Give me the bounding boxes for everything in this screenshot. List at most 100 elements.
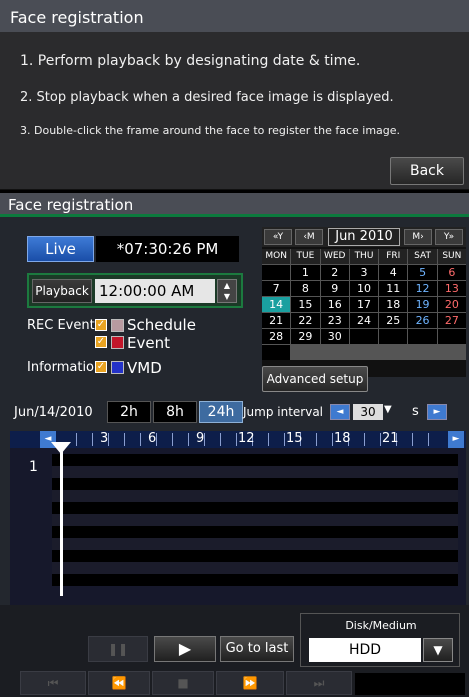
instruction-step-3: 3. Double-click the frame around the fac… (20, 124, 401, 137)
calendar-day[interactable]: 3 (349, 265, 379, 280)
calendar-weekday: WED (320, 249, 349, 264)
disk-medium-select[interactable]: HDD (309, 638, 421, 662)
calendar-day[interactable]: 7 (262, 281, 291, 296)
chevron-down-icon[interactable]: ▼ (423, 638, 453, 662)
calendar-day[interactable]: 16 (320, 297, 349, 312)
stepper-down-icon[interactable]: ▼ (218, 291, 236, 302)
calendar-empty-cell (379, 329, 408, 344)
jump-interval-unit: s (412, 404, 419, 419)
go-to-last-button[interactable]: Go to last (220, 636, 294, 662)
calendar: «Y ‹M Jun 2010 M› Y» MON TUE WED THU FRI SAT S… (262, 227, 466, 377)
panel-title: Face registration (0, 193, 469, 217)
calendar-weekday: THU (349, 249, 379, 264)
skip-forward-icon[interactable]: ⏭ (286, 671, 352, 695)
jump-back-button[interactable]: ◄ (330, 404, 350, 420)
range-24h-button[interactable]: 24h (199, 401, 243, 423)
advanced-setup-button[interactable]: Advanced setup (262, 366, 368, 392)
calendar-day[interactable]: 26 (408, 313, 437, 328)
playback-time-group: Playback 12:00:00 AM ▲ ▼ (27, 273, 243, 308)
status-display (355, 673, 465, 695)
fast-forward-icon[interactable]: ⏩ (216, 671, 284, 695)
calendar-day[interactable]: 13 (437, 281, 466, 296)
timeline-track-separator (52, 490, 458, 502)
calendar-day[interactable]: 8 (291, 281, 320, 296)
timeline-hour-label: 18 (334, 431, 351, 446)
calendar-day[interactable]: 20 (437, 297, 466, 312)
calendar-day[interactable]: 30 (320, 329, 349, 344)
timeline-tick (284, 433, 285, 446)
calendar-day[interactable]: 27 (437, 313, 466, 328)
playback-button[interactable]: Playback (32, 279, 92, 303)
next-year-button[interactable]: Y» (435, 229, 463, 245)
event-color-swatch (111, 336, 124, 349)
jump-interval-dropdown-icon[interactable]: ▼ (384, 404, 392, 415)
calendar-day[interactable]: 12 (408, 281, 437, 296)
timeline-track-separator (52, 514, 458, 526)
calendar-day[interactable]: 4 (379, 265, 408, 280)
calendar-day[interactable]: 21 (262, 313, 291, 328)
timeline-hour-label: 21 (382, 431, 399, 446)
timeline-tick (188, 433, 189, 446)
playhead-marker-icon[interactable] (51, 442, 71, 454)
play-button[interactable]: ▶ (154, 636, 216, 662)
timeline-track-separator (52, 538, 458, 550)
calendar-day[interactable]: 2 (320, 265, 349, 280)
timeline-scale: ◄ ► 3 6 9 12 15 18 21 (10, 431, 466, 448)
calendar-day[interactable]: 5 (408, 265, 437, 280)
calendar-day[interactable]: 29 (291, 329, 320, 344)
skip-back-icon[interactable]: ⏮ (20, 671, 86, 695)
playhead[interactable] (60, 448, 63, 596)
calendar-day[interactable]: 11 (379, 281, 408, 296)
schedule-checkbox[interactable]: ✓ (95, 319, 107, 331)
playback-time-stepper[interactable]: ▲ ▼ (217, 279, 237, 303)
calendar-day[interactable]: 19 (408, 297, 437, 312)
calendar-day[interactable]: 18 (379, 297, 408, 312)
stop-icon[interactable]: ■ (152, 671, 214, 695)
stepper-up-icon[interactable]: ▲ (218, 280, 236, 291)
calendar-empty-cell (262, 345, 291, 360)
pause-button[interactable]: ❚❚ (88, 636, 148, 662)
live-button[interactable]: Live (27, 236, 94, 262)
jump-interval-label: Jump interval (243, 405, 324, 419)
back-button[interactable]: Back (390, 157, 464, 185)
playback-time-field[interactable]: 12:00:00 AM (95, 279, 215, 303)
instruction-step-1: 1. Perform playback by designating date … (20, 53, 361, 69)
calendar-day[interactable]: 17 (349, 297, 379, 312)
vmd-label: VMD (127, 359, 162, 377)
timeline-track (52, 526, 458, 538)
next-month-button[interactable]: M› (404, 229, 432, 245)
calendar-day[interactable]: 10 (349, 281, 379, 296)
timeline-tick (332, 433, 333, 446)
calendar-day[interactable]: 9 (320, 281, 349, 296)
calendar-day[interactable]: 24 (349, 313, 379, 328)
jump-interval-value[interactable]: 30 (353, 404, 383, 420)
calendar-weekday: FRI (379, 249, 408, 264)
calendar-day[interactable]: 15 (291, 297, 320, 312)
prev-year-button[interactable]: «Y (264, 229, 292, 245)
calendar-day[interactable]: 1 (291, 265, 320, 280)
timeline-track (52, 454, 458, 466)
range-2h-button[interactable]: 2h (107, 401, 151, 423)
range-8h-button[interactable]: 8h (153, 401, 197, 423)
calendar-day[interactable]: 6 (437, 265, 466, 280)
timeline-tick (428, 433, 429, 446)
calendar-day[interactable]: 28 (262, 329, 291, 344)
calendar-day[interactable]: 23 (320, 313, 349, 328)
timeline-tick (316, 433, 317, 446)
timeline-hour-label: 9 (196, 431, 205, 446)
jump-forward-button[interactable]: ► (427, 404, 447, 420)
prev-month-button[interactable]: ‹M (295, 229, 323, 245)
calendar-day[interactable]: 14 (262, 297, 291, 312)
rewind-icon[interactable]: ⏪ (88, 671, 150, 695)
timeline-tick (220, 433, 221, 446)
timeline-scroll-right-icon[interactable]: ► (448, 431, 464, 448)
event-checkbox[interactable]: ✓ (95, 336, 107, 348)
calendar-day[interactable]: 25 (379, 313, 408, 328)
timeline-tracks[interactable]: 1 (10, 442, 466, 606)
timeline-tick (76, 433, 77, 446)
timeline-track-separator (52, 466, 458, 478)
calendar-day[interactable]: 22 (291, 313, 320, 328)
vmd-checkbox[interactable]: ✓ (95, 361, 107, 373)
schedule-color-swatch (111, 319, 124, 332)
timeline-hour-label: 15 (286, 431, 303, 446)
